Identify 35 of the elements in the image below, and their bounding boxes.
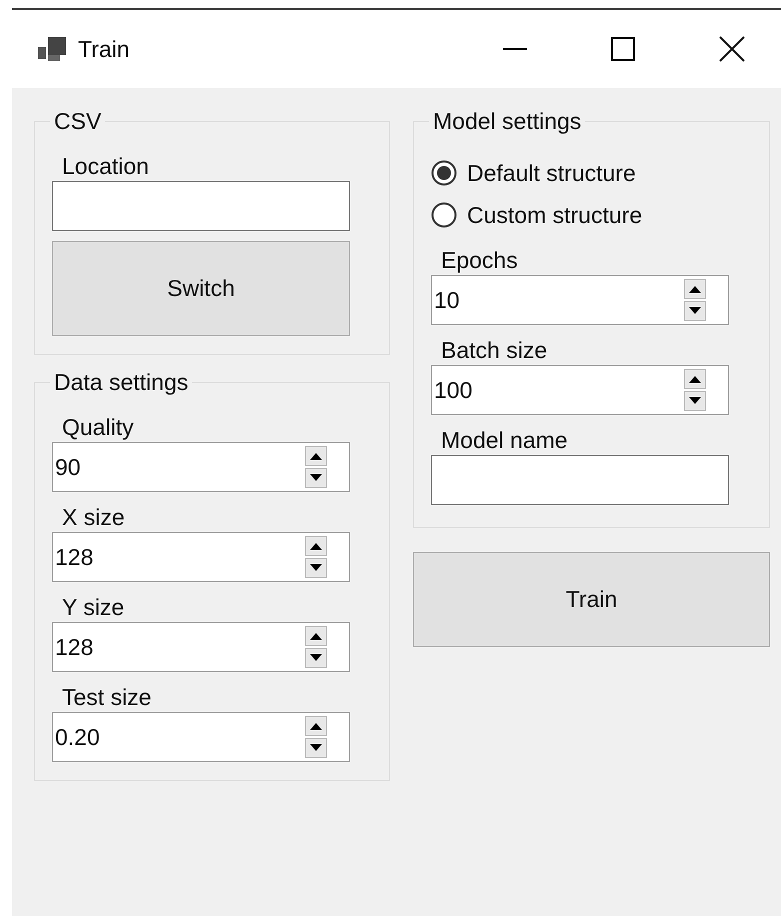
number-spinner[interactable]: 90 (52, 442, 350, 492)
text-field[interactable] (431, 455, 729, 505)
field-label: Batch size (441, 336, 548, 365)
maximize-icon[interactable] (611, 37, 635, 61)
field-label: X size (62, 503, 126, 532)
number-spinner[interactable]: 10 (431, 275, 729, 325)
spinner-value: 128 (54, 634, 94, 660)
app-icon (38, 35, 68, 63)
field-label: Quality (62, 413, 135, 442)
window-title: Train (78, 36, 130, 62)
text-field[interactable] (52, 181, 350, 231)
spinner-value: 0.20 (54, 724, 100, 750)
train-button[interactable]: Train (413, 552, 770, 647)
number-spinner[interactable]: 0.20 (52, 712, 350, 762)
field-label: Test size (62, 683, 152, 712)
spinner-value: 128 (54, 544, 94, 570)
radio-label[interactable]: Custom structure (467, 195, 642, 235)
radio-label[interactable]: Default structure (467, 153, 636, 193)
number-spinner[interactable]: 128 (52, 622, 350, 672)
number-spinner[interactable]: 100 (431, 365, 729, 415)
field-label: Model name (441, 426, 569, 455)
field-label: Epochs (441, 246, 519, 275)
switch-button[interactable]: Switch (52, 241, 350, 336)
field-label: Y size (62, 593, 126, 622)
spinner-value: 10 (433, 286, 460, 314)
group-title: Model settings (432, 108, 582, 135)
spinner-value: 90 (54, 454, 81, 480)
number-spinner[interactable]: 128 (52, 532, 350, 582)
spinner-value: 100 (433, 376, 472, 404)
group-title: CSV (53, 108, 102, 135)
group-title: Data settings (53, 369, 190, 396)
radio-button[interactable] (431, 160, 457, 186)
close-icon[interactable] (719, 36, 745, 62)
radio-button[interactable] (431, 202, 457, 228)
field-label: Location (62, 152, 150, 181)
